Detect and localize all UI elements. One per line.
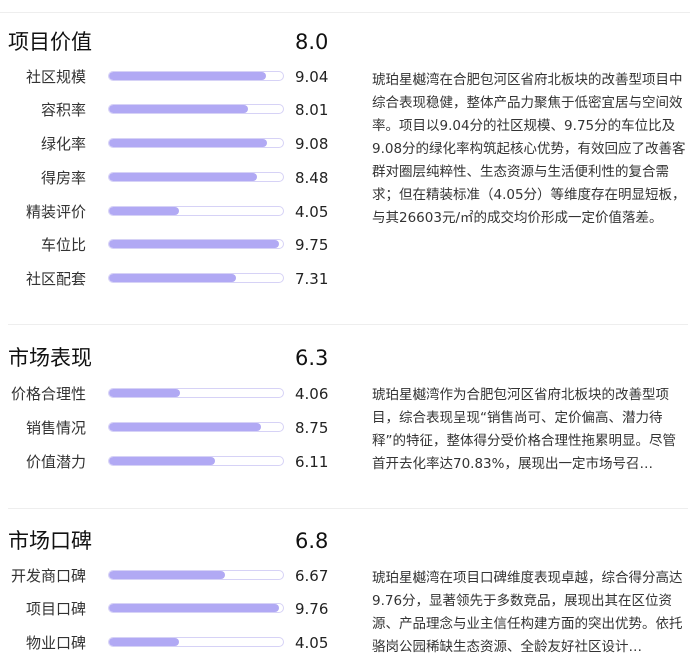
metric-row: 车位比 9.75 [0,233,340,257]
section-title: 市场口碑 [8,529,92,553]
metric-label: 得房率 [40,169,86,187]
top-divider [0,12,690,13]
progress-bar [108,637,284,647]
section-score: 6.8 [295,529,329,553]
section-market-performance: 市场表现 6.3 价格合理性 4.06 销售情况 8.75 价值潜力 6.11 … [0,344,700,484]
progress-bar [108,422,284,432]
progress-bar [108,273,284,283]
progress-bar [108,570,284,580]
metric-row: 销售情况 8.75 [0,416,340,440]
progress-fill [109,274,237,282]
metric-value: 6.11 [295,453,329,471]
progress-fill [109,173,257,181]
progress-fill [109,571,226,579]
progress-bar [108,206,284,216]
metric-label: 价格合理性 [10,385,86,403]
metric-row: 得房率 8.48 [0,166,340,190]
metric-label: 项目口碑 [25,600,86,618]
section-description: 琥珀星樾湾作为合肥包河区省府北板块的改善型项目，综合表现呈现“销售尚可、定价偏高… [372,387,676,472]
metric-label: 精装评价 [25,203,86,221]
metric-value: 9.04 [295,68,329,86]
metric-value: 8.48 [295,169,329,187]
section-title: 项目价值 [8,30,92,54]
progress-fill [109,207,180,215]
progress-fill [109,638,180,646]
progress-fill [109,389,180,397]
metric-row: 容积率 8.01 [0,98,340,122]
metric-value: 9.76 [295,600,329,618]
progress-fill [109,105,249,113]
metric-value: 8.01 [295,101,329,119]
metric-value: 7.31 [295,270,329,288]
metric-label: 价值潜力 [25,453,86,471]
section-score: 6.3 [295,346,329,370]
progress-fill [109,423,262,431]
progress-bar [108,239,284,249]
metric-value: 4.05 [295,203,329,221]
section-description: 琥珀星樾湾在合肥包河区省府北板块的改善型项目中综合表现稳健，整体产品力聚焦于低密… [372,72,686,226]
section-description: 琥珀星樾湾在项目口碑维度表现卓越，综合得分高达9.76分，显著领先于多数竞品，展… [372,570,683,655]
metric-label: 开发商口碑 [10,567,86,585]
progress-bar [108,138,284,148]
section-market-reputation: 市场口碑 6.8 开发商口碑 6.67 项目口碑 9.76 物业口碑 4.05 … [0,527,700,662]
progress-bar [108,172,284,182]
metric-label: 物业口碑 [25,634,86,652]
metric-row: 物业口碑 4.05 [0,631,340,655]
metric-row: 绿化率 9.08 [0,132,340,156]
metric-label: 容积率 [40,101,86,119]
metric-label: 社区规模 [25,68,86,86]
progress-fill [109,240,279,248]
section-divider [8,324,688,325]
metric-row: 社区配套 7.31 [0,267,340,291]
metric-value: 4.05 [295,634,329,652]
progress-bar [108,104,284,114]
section-title: 市场表现 [8,346,92,370]
metric-label: 社区配套 [25,270,86,288]
metric-row: 精装评价 4.05 [0,200,340,224]
metric-label: 车位比 [40,236,86,254]
metric-row: 开发商口碑 6.67 [0,564,340,588]
progress-bar [108,456,284,466]
progress-fill [109,604,279,612]
section-score: 8.0 [295,30,329,54]
section-divider [8,508,688,509]
metric-row: 项目口碑 9.76 [0,597,340,621]
metric-label: 绿化率 [40,135,86,153]
progress-bar [108,71,284,81]
progress-fill [109,457,216,465]
metric-value: 9.75 [295,236,329,254]
progress-bar [108,603,284,613]
metric-row: 价值潜力 6.11 [0,450,340,474]
metric-value: 9.08 [295,135,329,153]
metric-value: 8.75 [295,419,329,437]
section-project-value: 项目价值 8.0 社区规模 9.04 容积率 8.01 绿化率 9.08 得房率… [0,28,700,308]
progress-bar [108,388,284,398]
metric-label: 销售情况 [25,419,86,437]
metric-row: 社区规模 9.04 [0,65,340,89]
metric-row: 价格合理性 4.06 [0,382,340,406]
progress-fill [109,139,267,147]
metric-value: 4.06 [295,385,329,403]
progress-fill [109,72,267,80]
metric-value: 6.67 [295,567,329,585]
